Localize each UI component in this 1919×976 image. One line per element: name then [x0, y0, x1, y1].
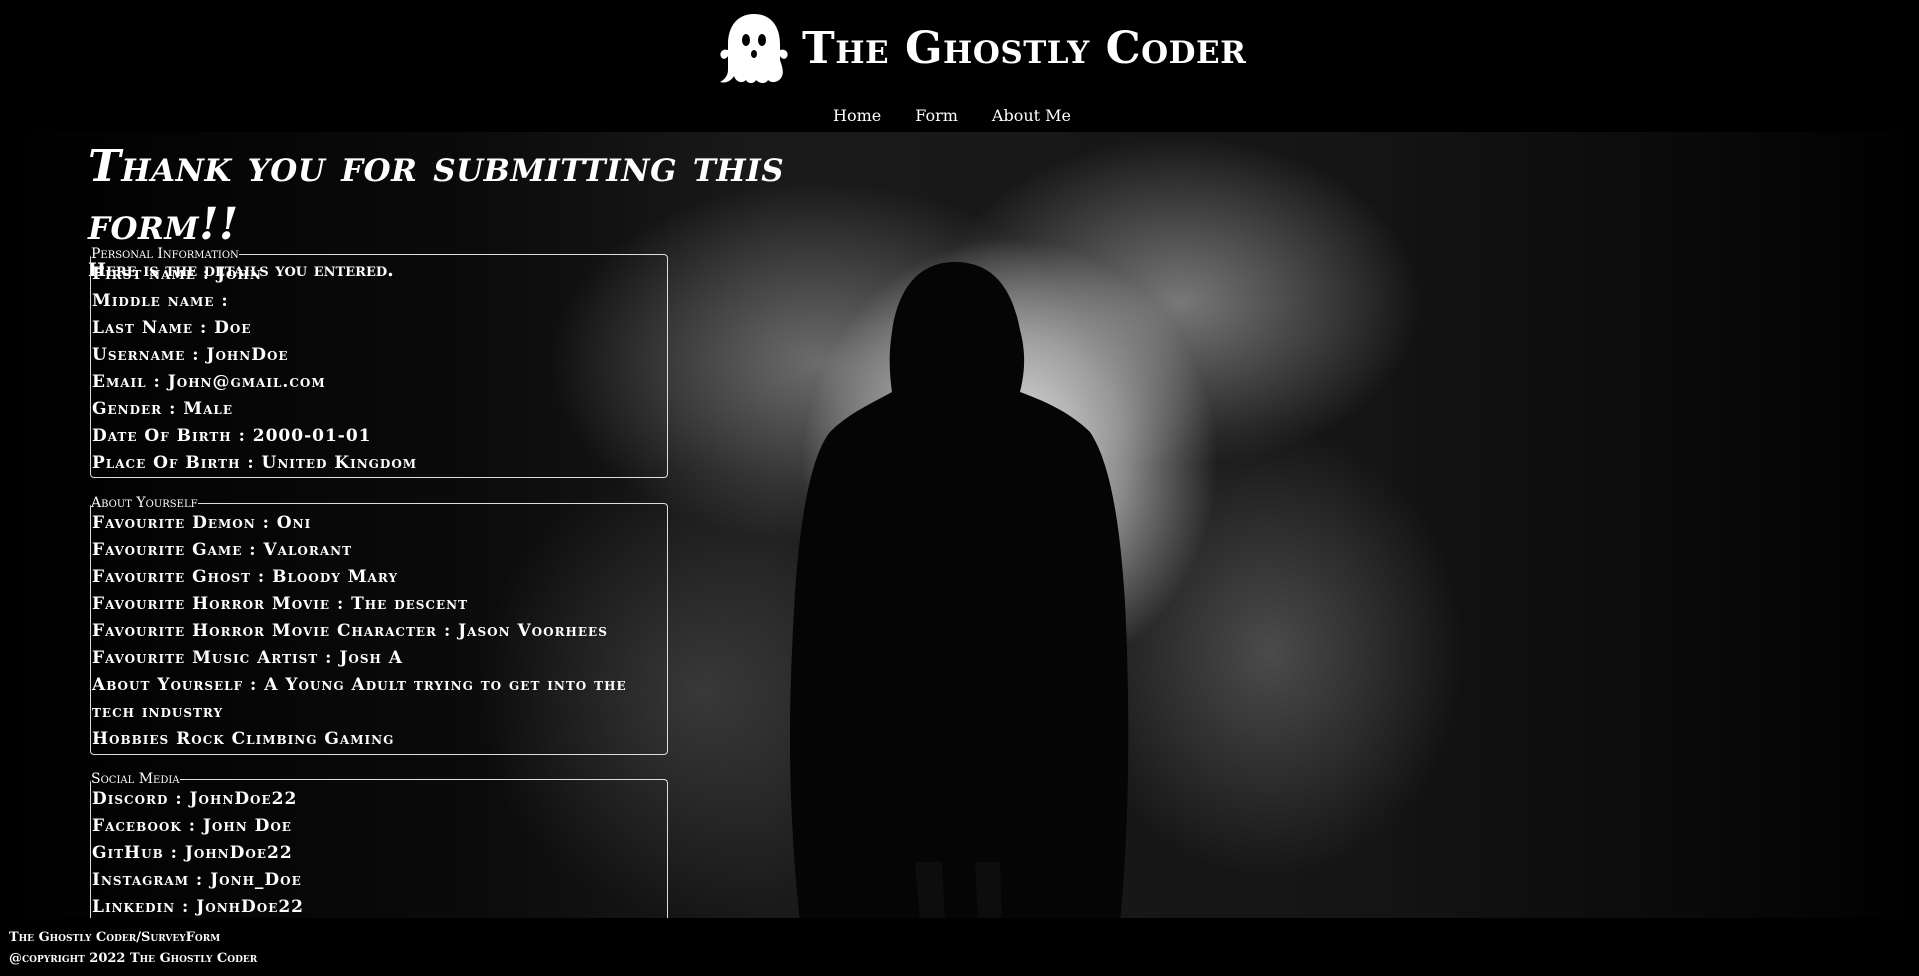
instagram-value: Instagram : Jonh_Doe: [92, 870, 302, 890]
social-media-fieldset: Social Media Discord : JohnDoe22 Faceboo…: [90, 772, 668, 918]
email-value: Email : John@gmail.com: [92, 372, 326, 392]
personal-information-fieldset: Personal Information First name : John M…: [90, 247, 668, 478]
ghost-icon: [720, 14, 788, 83]
about-yourself-legend: About Yourself: [91, 495, 198, 511]
about-yourself-value: About Yourself : A Young Adult trying to…: [92, 675, 627, 722]
page-title: Thank you for submitting this form!!: [88, 141, 785, 250]
favourite-horror-character-value: Favourite Horror Movie Character : Jason…: [92, 621, 608, 641]
favourite-game-value: Favourite Game : Valorant: [92, 540, 353, 560]
facebook-value: Facebook : John Doe: [92, 816, 292, 836]
first-name-value: First name : John: [92, 264, 262, 284]
discord-value: Discord : JohnDoe22: [92, 789, 298, 809]
personal-information-legend: Personal Information: [91, 246, 239, 262]
github-value: GitHub : JohnDoe22: [92, 843, 293, 863]
favourite-demon-value: Favourite Demon : Oni: [92, 513, 312, 533]
hobbies-value: Hobbies Rock Climbing Gaming: [92, 729, 395, 749]
favourite-ghost-value: Favourite Ghost : Bloody Mary: [92, 567, 399, 587]
linkedin-value: Linkedin : JonhDoe22: [92, 897, 305, 917]
footer-breadcrumb: The Ghostly Coder/SurveyForm: [9, 930, 221, 945]
about-yourself-fieldset: About Yourself Favourite Demon : Oni Fav…: [90, 496, 668, 755]
brand-title: The Ghostly Coder: [802, 22, 1247, 74]
site-footer: The Ghostly Coder/SurveyForm @copyright …: [0, 918, 1919, 976]
nav-about-me-link[interactable]: About Me: [992, 106, 1071, 125]
social-media-legend: Social Media: [91, 771, 180, 787]
footer-copyright: @copyright 2022 The Ghostly Coder: [9, 951, 258, 966]
nav-form-link[interactable]: Form: [915, 106, 958, 125]
nav-home-link[interactable]: Home: [833, 106, 881, 125]
page: The Ghostly Coder Home Form About Me Tha…: [0, 0, 1919, 976]
place-of-birth-value: Place Of Birth : United Kingdom: [92, 453, 418, 473]
last-name-value: Last Name : Doe: [92, 318, 252, 338]
main-nav: Home Form About Me: [833, 106, 1071, 125]
middle-name-value: Middle name :: [92, 291, 229, 311]
date-of-birth-value: Date Of Birth : 2000-01-01: [92, 426, 372, 446]
site-header: The Ghostly Coder Home Form About Me: [0, 0, 1919, 132]
favourite-horror-movie-value: Favourite Horror Movie : The descent: [92, 594, 469, 614]
brand[interactable]: The Ghostly Coder: [716, 8, 1246, 88]
username-value: Username : JohnDoe: [92, 345, 289, 365]
favourite-music-artist-value: Favourite Music Artist : Josh A: [92, 648, 403, 668]
hooded-figure-image: [790, 262, 1129, 918]
gender-value: Gender : Male: [92, 399, 233, 419]
